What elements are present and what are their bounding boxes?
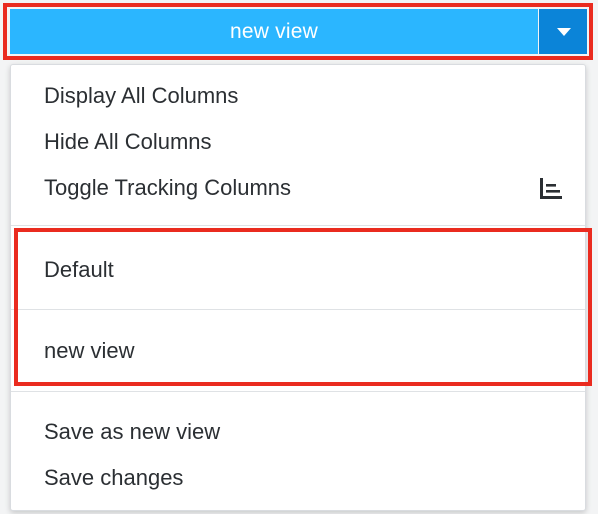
menu-divider [11, 391, 585, 392]
view-menu-screen: new view Display All Columns Hide All Co… [0, 0, 598, 514]
current-view-button[interactable]: new view [10, 9, 538, 54]
menu-item-label: new view [44, 338, 135, 363]
menu-item-view-new-view[interactable]: new view [11, 331, 587, 371]
menu-item-save-as-new-view[interactable]: Save as new view [11, 412, 587, 452]
menu-item-display-all-columns[interactable]: Display All Columns [11, 76, 587, 116]
menu-item-label: Hide All Columns [44, 129, 212, 154]
caret-down-icon [557, 28, 571, 36]
menu-item-label: Default [44, 257, 114, 282]
menu-item-hide-all-columns[interactable]: Hide All Columns [11, 122, 587, 162]
menu-item-toggle-tracking-columns[interactable]: Toggle Tracking Columns [11, 168, 587, 208]
menu-item-view-default[interactable]: Default [11, 250, 587, 290]
menu-divider [11, 225, 585, 226]
tracking-columns-icon [540, 178, 562, 199]
menu-item-label: Save as new view [44, 419, 221, 444]
menu-item-label: Display All Columns [44, 83, 239, 108]
view-selector-split-button: new view [0, 0, 598, 64]
menu-item-label: Toggle Tracking Columns [44, 175, 292, 200]
menu-item-save-changes[interactable]: Save changes [11, 458, 587, 498]
menu-item-label: Save changes [44, 465, 184, 490]
menu-divider [11, 309, 585, 310]
view-dropdown-menu: Display All Columns Hide All Columns Tog… [10, 64, 586, 511]
view-dropdown-toggle[interactable] [539, 9, 587, 54]
